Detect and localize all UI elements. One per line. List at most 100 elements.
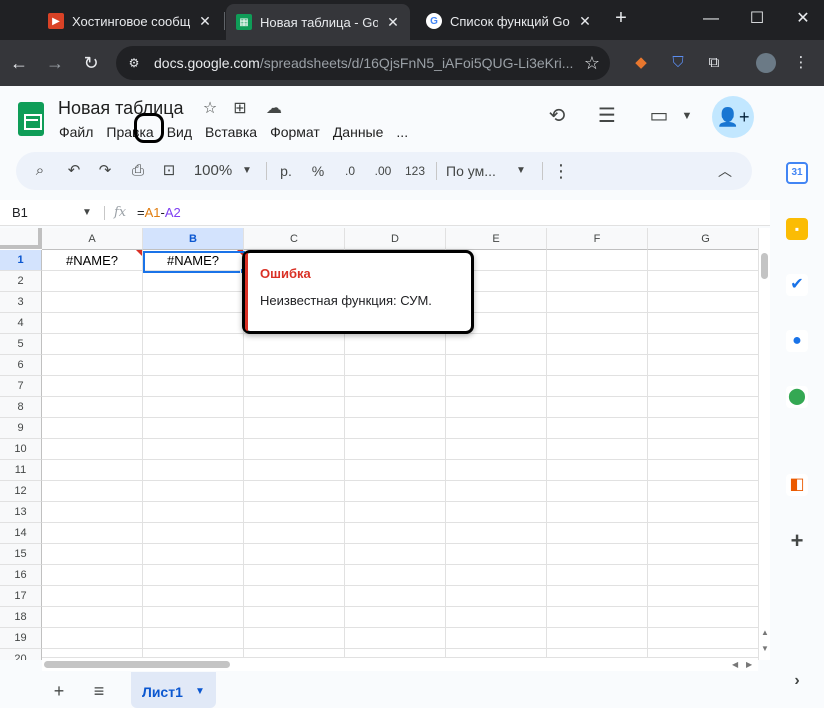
cell-c13[interactable] bbox=[244, 502, 345, 523]
cell-c10[interactable] bbox=[244, 439, 345, 460]
calendar-icon[interactable]: 31 bbox=[786, 162, 808, 184]
cell-g14[interactable] bbox=[648, 523, 764, 544]
chevron-down-icon[interactable]: ▼ bbox=[240, 152, 254, 190]
cell-b6[interactable] bbox=[143, 355, 244, 376]
row-header[interactable]: 1 bbox=[0, 250, 42, 271]
cell-b17[interactable] bbox=[143, 586, 244, 607]
close-tab-icon[interactable]: ✕ bbox=[198, 13, 212, 30]
row-header[interactable]: 20 bbox=[0, 649, 42, 660]
menu-file[interactable]: Файл bbox=[59, 124, 93, 144]
cell-e19[interactable] bbox=[446, 628, 547, 649]
cell-g18[interactable] bbox=[648, 607, 764, 628]
cell-f4[interactable] bbox=[547, 313, 648, 334]
cell-f8[interactable] bbox=[547, 397, 648, 418]
bookmark-star-icon[interactable]: ☆ bbox=[584, 52, 600, 74]
cell-f12[interactable] bbox=[547, 481, 648, 502]
cell-f6[interactable] bbox=[547, 355, 648, 376]
row-header[interactable]: 18 bbox=[0, 607, 42, 628]
cell-c18[interactable] bbox=[244, 607, 345, 628]
cell-a6[interactable] bbox=[42, 355, 143, 376]
column-header-c[interactable]: C bbox=[244, 228, 345, 250]
row-header[interactable]: 10 bbox=[0, 439, 42, 460]
profile-avatar-icon[interactable] bbox=[756, 53, 776, 73]
cell-g13[interactable] bbox=[648, 502, 764, 523]
cell-a13[interactable] bbox=[42, 502, 143, 523]
row-header[interactable]: 9 bbox=[0, 418, 42, 439]
cell-g3[interactable] bbox=[648, 292, 764, 313]
row-header[interactable]: 8 bbox=[0, 397, 42, 418]
search-icon[interactable]: ⌕ bbox=[28, 152, 52, 190]
name-box[interactable]: B1 bbox=[12, 200, 28, 226]
cell-g5[interactable] bbox=[648, 334, 764, 355]
cell-e12[interactable] bbox=[446, 481, 547, 502]
cell-g16[interactable] bbox=[648, 565, 764, 586]
cell-g19[interactable] bbox=[648, 628, 764, 649]
cell-c16[interactable] bbox=[244, 565, 345, 586]
cell-f16[interactable] bbox=[547, 565, 648, 586]
cell-e7[interactable] bbox=[446, 376, 547, 397]
cell-f10[interactable] bbox=[547, 439, 648, 460]
cell-f3[interactable] bbox=[547, 292, 648, 313]
vertical-scroll-thumb[interactable] bbox=[761, 253, 768, 279]
row-header[interactable]: 13 bbox=[0, 502, 42, 523]
menu-data[interactable]: Данные bbox=[333, 124, 384, 144]
scroll-down-arrow-icon[interactable]: ▼ bbox=[761, 644, 769, 653]
cell-a1[interactable]: #NAME? bbox=[42, 250, 143, 271]
cell-e6[interactable] bbox=[446, 355, 547, 376]
percent-format-button[interactable]: % bbox=[306, 152, 330, 190]
cell-d15[interactable] bbox=[345, 544, 446, 565]
site-info-icon[interactable]: ⚙ bbox=[124, 53, 144, 73]
row-header[interactable]: 19 bbox=[0, 628, 42, 649]
cell-e5[interactable] bbox=[446, 334, 547, 355]
cell-a3[interactable] bbox=[42, 292, 143, 313]
close-tab-icon[interactable]: ✕ bbox=[578, 13, 592, 30]
browser-tab-sheets[interactable]: ▦ Новая таблица - Google ✕ bbox=[226, 4, 410, 40]
cell-f2[interactable] bbox=[547, 271, 648, 292]
cell-b18[interactable] bbox=[143, 607, 244, 628]
back-button[interactable]: ← bbox=[6, 50, 32, 76]
row-header[interactable]: 15 bbox=[0, 544, 42, 565]
chevron-down-icon[interactable]: ▼ bbox=[195, 672, 205, 708]
cell-a9[interactable] bbox=[42, 418, 143, 439]
menu-view[interactable]: Вид bbox=[167, 124, 192, 144]
keep-icon[interactable]: ▪ bbox=[786, 218, 808, 240]
office-addon-icon[interactable]: ◧ bbox=[786, 474, 808, 496]
address-bar[interactable]: ⚙ docs.google.com/spreadsheets/d/16QjsFn… bbox=[116, 46, 610, 80]
cell-b9[interactable] bbox=[143, 418, 244, 439]
new-tab-button[interactable]: + bbox=[610, 8, 632, 30]
cell-f7[interactable] bbox=[547, 376, 648, 397]
cell-g2[interactable] bbox=[648, 271, 764, 292]
cell-g11[interactable] bbox=[648, 460, 764, 481]
row-header[interactable]: 14 bbox=[0, 523, 42, 544]
cell-b5[interactable] bbox=[143, 334, 244, 355]
cell-a2[interactable] bbox=[42, 271, 143, 292]
cell-b11[interactable] bbox=[143, 460, 244, 481]
formula-input[interactable]: =A1-A2 bbox=[137, 200, 181, 226]
cell-f13[interactable] bbox=[547, 502, 648, 523]
cell-a7[interactable] bbox=[42, 376, 143, 397]
cell-e10[interactable] bbox=[446, 439, 547, 460]
sheet-tab-active[interactable]: Лист1 ▼ bbox=[131, 672, 216, 708]
cell-c15[interactable] bbox=[244, 544, 345, 565]
cell-a11[interactable] bbox=[42, 460, 143, 481]
contacts-icon[interactable]: ● bbox=[786, 330, 808, 352]
cell-b19[interactable] bbox=[143, 628, 244, 649]
share-button[interactable]: 👤+ bbox=[712, 96, 754, 138]
maps-icon[interactable]: ⬤ bbox=[786, 386, 808, 408]
row-header[interactable]: 16 bbox=[0, 565, 42, 586]
cell-b8[interactable] bbox=[143, 397, 244, 418]
cell-f18[interactable] bbox=[547, 607, 648, 628]
fox-extension-icon[interactable]: ◆ bbox=[630, 52, 652, 74]
column-header-g[interactable]: G bbox=[648, 228, 764, 250]
cell-d19[interactable] bbox=[345, 628, 446, 649]
cell-b16[interactable] bbox=[143, 565, 244, 586]
cell-d18[interactable] bbox=[345, 607, 446, 628]
scroll-up-arrow-icon[interactable]: ▲ bbox=[761, 628, 769, 637]
expand-panel-icon[interactable]: › bbox=[786, 670, 808, 692]
cell-c17[interactable] bbox=[244, 586, 345, 607]
cell-b14[interactable] bbox=[143, 523, 244, 544]
row-header[interactable]: 4 bbox=[0, 313, 42, 334]
cell-g4[interactable] bbox=[648, 313, 764, 334]
cell-b7[interactable] bbox=[143, 376, 244, 397]
cell-c11[interactable] bbox=[244, 460, 345, 481]
